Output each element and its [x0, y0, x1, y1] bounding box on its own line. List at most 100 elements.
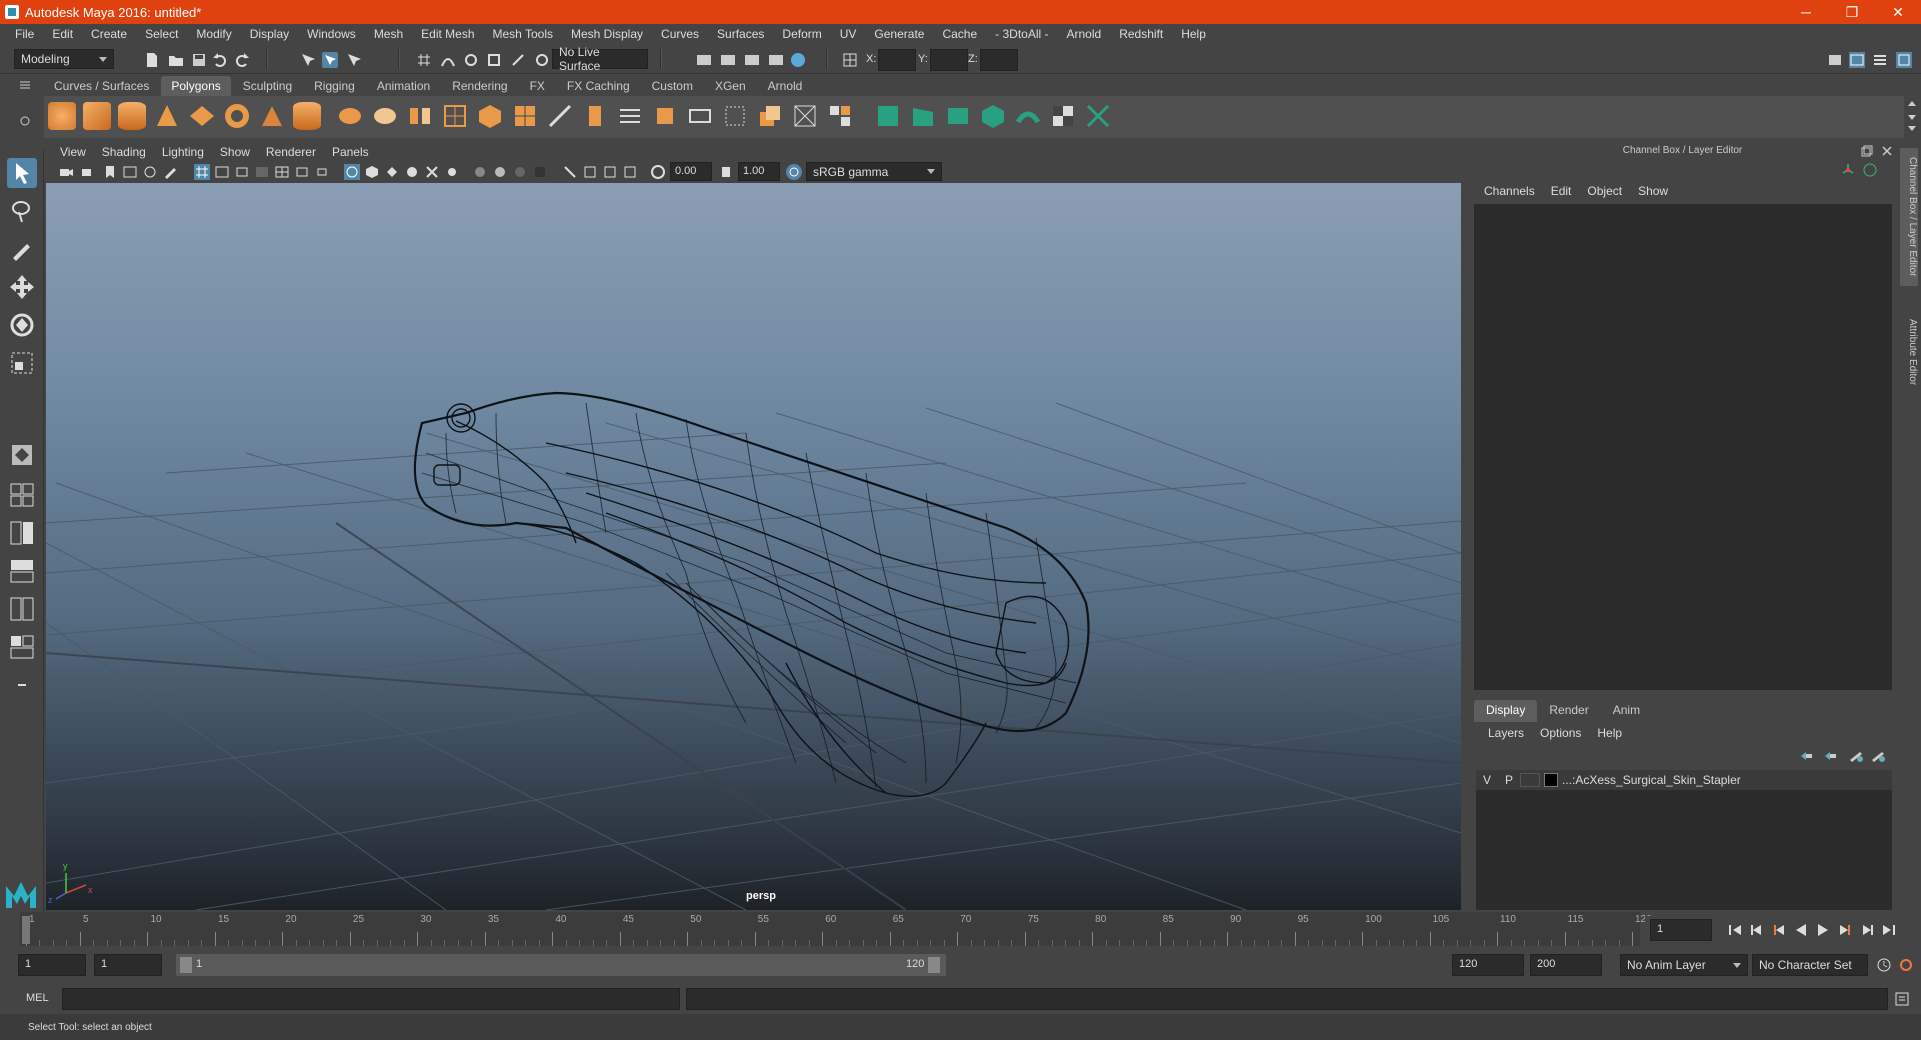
- uv-editor-icon[interactable]: [874, 102, 902, 130]
- shelf-tab-curves-surfaces[interactable]: Curves / Surfaces: [44, 76, 159, 96]
- channel-box-toggle-icon[interactable]: [1896, 52, 1912, 68]
- menu-display[interactable]: Display: [241, 27, 298, 41]
- bridge-icon[interactable]: [616, 102, 644, 130]
- move-layer-down-icon[interactable]: [1822, 748, 1838, 764]
- save-scene-icon[interactable]: [191, 52, 207, 68]
- layer-playback-toggle[interactable]: P: [1498, 773, 1520, 787]
- speed-icon[interactable]: [1862, 162, 1878, 178]
- snap-point-icon[interactable]: [463, 52, 479, 68]
- menu-mesh-tools[interactable]: Mesh Tools: [484, 27, 562, 41]
- animation-start-field[interactable]: 1: [18, 954, 86, 976]
- exposure-field[interactable]: 0.00: [670, 162, 712, 181]
- auto-key-icon[interactable]: [1876, 957, 1892, 973]
- view-transform-dropdown[interactable]: sRGB gamma: [806, 162, 942, 181]
- script-editor-icon[interactable]: [1894, 991, 1910, 1007]
- panel-menu-panels[interactable]: Panels: [324, 145, 377, 159]
- open-scene-icon[interactable]: [168, 52, 184, 68]
- 2d-pan-zoom-icon[interactable]: [142, 164, 158, 180]
- scale-tool-icon[interactable]: [7, 348, 37, 378]
- toolbox-collapse-icon[interactable]: [7, 670, 37, 700]
- select-tool-icon[interactable]: [7, 158, 37, 188]
- xray-active-icon[interactable]: [492, 164, 508, 180]
- menu-redshift[interactable]: Redshift: [1110, 27, 1172, 41]
- bookmarks-icon[interactable]: [102, 164, 118, 180]
- menu-mesh[interactable]: Mesh: [365, 27, 412, 41]
- make-live-icon[interactable]: [534, 52, 550, 68]
- manipulator-gizmo-icon[interactable]: [1840, 162, 1856, 178]
- poly-cylinder-icon[interactable]: [118, 102, 146, 130]
- channel-box-menu-edit[interactable]: Edit: [1543, 184, 1580, 198]
- minimize-button[interactable]: ─: [1783, 4, 1829, 21]
- layout-persp-graph-icon[interactable]: [7, 556, 37, 586]
- new-empty-layer-icon[interactable]: [1848, 748, 1864, 764]
- range-slider[interactable]: 1 120: [176, 954, 946, 976]
- channel-box-menu-object[interactable]: Object: [1579, 184, 1630, 198]
- playback-start-field[interactable]: 1: [94, 954, 162, 976]
- safe-title-icon[interactable]: [314, 164, 330, 180]
- new-layer-from-selected-icon[interactable]: [1870, 748, 1886, 764]
- move-tool-icon[interactable]: [7, 272, 37, 302]
- safe-action-icon[interactable]: [294, 164, 310, 180]
- character-set-dropdown[interactable]: No Character Set: [1752, 954, 1868, 976]
- shelf-tab-xgen[interactable]: XGen: [705, 76, 756, 96]
- automatic-mapping-icon[interactable]: [979, 102, 1007, 130]
- side-tab-channel-box[interactable]: Channel Box / Layer Editor: [1900, 148, 1918, 286]
- merge-icon[interactable]: [756, 102, 784, 130]
- live-surface-field[interactable]: No Live Surface: [552, 45, 648, 73]
- cut-sew-icon[interactable]: [1084, 102, 1112, 130]
- cylindrical-mapping-icon[interactable]: [944, 102, 972, 130]
- poly-pyramid-icon[interactable]: [258, 102, 286, 130]
- command-input[interactable]: [62, 988, 680, 1010]
- layout-hypershade-icon[interactable]: [7, 632, 37, 662]
- menu-generate[interactable]: Generate: [865, 27, 933, 41]
- layer-name[interactable]: ...:AcXess_Surgical_Skin_Stapler: [1562, 773, 1741, 787]
- layer-tab-render[interactable]: Render: [1537, 700, 1600, 722]
- layout-four-pane-icon[interactable]: [7, 480, 37, 510]
- menu-mesh-display[interactable]: Mesh Display: [562, 27, 652, 41]
- field-chart-icon[interactable]: [274, 164, 290, 180]
- step-back-key-icon[interactable]: [1749, 922, 1765, 938]
- layer-menu-help[interactable]: Help: [1589, 726, 1630, 740]
- xray-icon[interactable]: [472, 164, 488, 180]
- lasso-tool-icon[interactable]: [7, 196, 37, 226]
- unfold-icon[interactable]: [1014, 102, 1042, 130]
- gate-mask-icon[interactable]: [254, 164, 270, 180]
- snap-live-icon[interactable]: [510, 52, 526, 68]
- range-start-handle[interactable]: [180, 957, 192, 973]
- ipr-render-icon[interactable]: [744, 52, 760, 68]
- textured-icon[interactable]: [404, 164, 420, 180]
- layout-persp-outliner-icon[interactable]: [7, 518, 37, 548]
- current-frame-field[interactable]: 1: [1650, 919, 1712, 941]
- resolution-gate-icon[interactable]: [234, 164, 250, 180]
- target-weld-icon[interactable]: [791, 102, 819, 130]
- step-forward-frame-icon[interactable]: [1837, 922, 1853, 938]
- select-by-component-icon[interactable]: [346, 52, 362, 68]
- float-panel-icon[interactable]: [1860, 144, 1874, 158]
- reduce-icon[interactable]: [476, 102, 504, 130]
- menu-cache[interactable]: Cache: [933, 27, 986, 41]
- menuset-dropdown[interactable]: Modeling: [14, 49, 114, 69]
- append-polygon-icon[interactable]: [686, 102, 714, 130]
- mirror-icon[interactable]: [406, 102, 434, 130]
- layer-row[interactable]: V P ...:AcXess_Surgical_Skin_Stapler: [1476, 770, 1892, 790]
- anim-layer-dropdown[interactable]: No Anim Layer: [1620, 954, 1748, 976]
- shelf-tab-fx[interactable]: FX: [520, 76, 555, 96]
- menu-deform[interactable]: Deform: [773, 27, 830, 41]
- image-plane-icon[interactable]: [122, 164, 138, 180]
- render-current-frame-icon[interactable]: [720, 52, 736, 68]
- shelf-settings-icon[interactable]: [18, 114, 32, 128]
- camera-attributes-icon[interactable]: [80, 164, 96, 180]
- play-forwards-icon[interactable]: [1815, 922, 1831, 938]
- restore-button[interactable]: ❐: [1829, 4, 1875, 21]
- planar-mapping-icon[interactable]: [909, 102, 937, 130]
- y-field[interactable]: [930, 49, 968, 71]
- range-end-handle[interactable]: [928, 957, 940, 973]
- extrude-icon[interactable]: [581, 102, 609, 130]
- depth-of-field-icon[interactable]: [622, 164, 638, 180]
- menu-surfaces[interactable]: Surfaces: [708, 27, 773, 41]
- channel-box-menu-show[interactable]: Show: [1630, 184, 1676, 198]
- snap-grid-icon[interactable]: [416, 52, 432, 68]
- layer-tab-anim[interactable]: Anim: [1601, 700, 1652, 722]
- isolate-select-icon[interactable]: [562, 164, 578, 180]
- tool-settings-toggle-icon[interactable]: [1872, 52, 1888, 68]
